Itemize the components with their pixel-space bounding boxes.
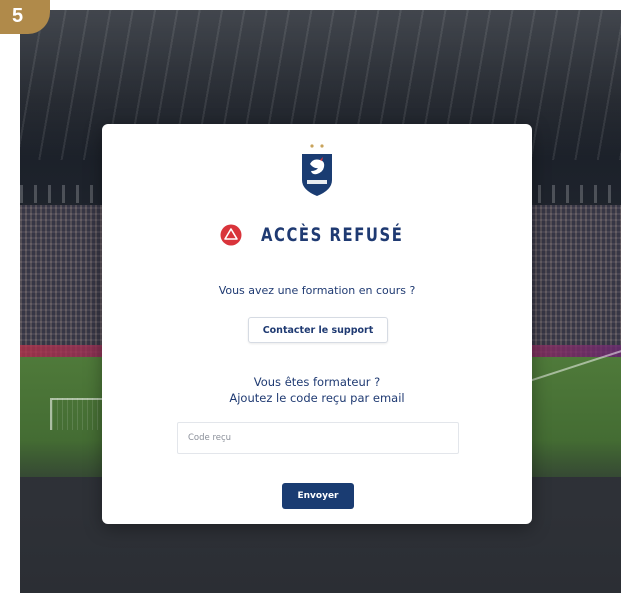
fff-rooster-crest-icon <box>302 144 332 196</box>
send-button[interactable]: Envoyer <box>282 483 354 509</box>
access-denied-title: ACCÈS REFUSÉ <box>261 224 404 246</box>
alert-circle-icon <box>220 224 242 246</box>
contact-support-button[interactable]: Contacter le support <box>248 317 388 343</box>
page: 5 ACCÈS REFUSÉ Vous avez une formation e… <box>0 0 621 593</box>
trainer-instruction: Ajoutez le code reçu par email <box>229 391 405 405</box>
access-denied-card: ACCÈS REFUSÉ Vous avez une formation en … <box>102 124 532 524</box>
code-input[interactable] <box>177 422 459 454</box>
access-denied-header: ACCÈS REFUSÉ <box>102 224 532 246</box>
trainer-question: Vous êtes formateur ? <box>253 375 381 389</box>
goal-net <box>50 398 104 430</box>
training-question: Vous avez une formation en cours ? <box>218 284 416 297</box>
